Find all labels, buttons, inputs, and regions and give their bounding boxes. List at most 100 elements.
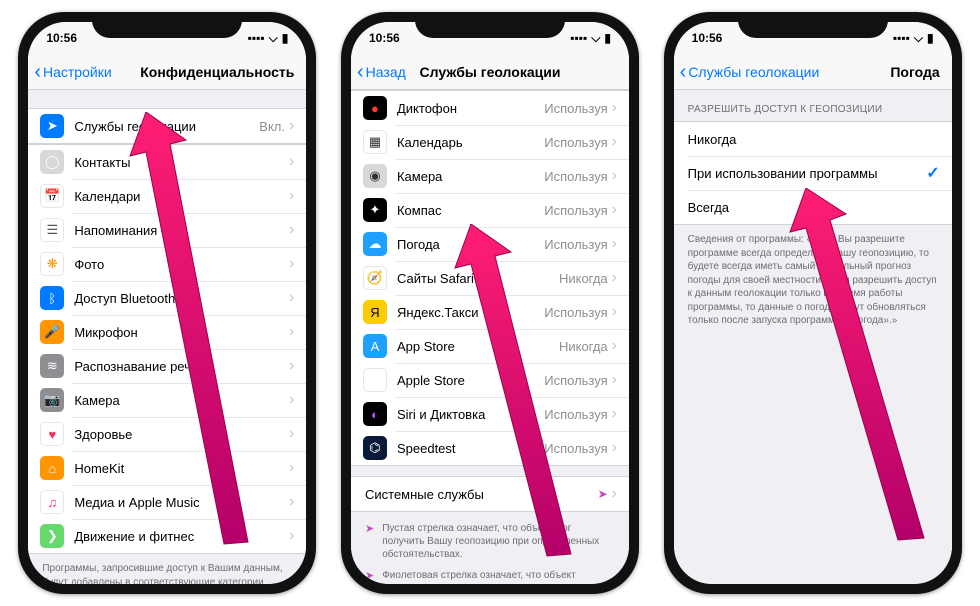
App Store-icon: A (363, 334, 387, 358)
chevron-right-icon: › (612, 371, 617, 389)
Камера-icon: 📷 (40, 388, 64, 412)
Напоминания-icon: ☰ (40, 218, 64, 242)
row-label: Календари (74, 189, 289, 204)
chevron-right-icon: › (289, 357, 294, 375)
phone-1: 10:56 ▪▪▪▪ ⌵ ▮ ‹ Настройки Конфиденциаль… (18, 12, 316, 594)
list-row[interactable]: ≋ Распознавание речи› (28, 349, 306, 383)
list-row[interactable]: ❋Фото› (28, 247, 306, 281)
permission-option[interactable]: Всегда (674, 190, 952, 224)
battery-icon: ▮ (282, 31, 289, 45)
chevron-left-icon: ‹ (680, 62, 687, 82)
Календари-icon: 📅 (40, 184, 64, 208)
signal-icon: ▪▪▪▪ (248, 31, 265, 45)
row-label: Siri и Диктовка (397, 407, 544, 422)
chevron-right-icon: › (289, 153, 294, 171)
list-row[interactable]: AApp StoreНикогда› (351, 329, 629, 363)
Микрофон-icon: 🎤 (40, 320, 64, 344)
status-icons: ▪▪▪▪ ⌵ ▮ (248, 31, 289, 46)
row-label: Контакты (74, 155, 289, 170)
Фото-icon: ❋ (40, 252, 64, 276)
system-services-row[interactable]: Системные службы ➤ › (351, 477, 629, 511)
back-label: Настройки (43, 64, 112, 80)
list-row[interactable]: 📷Камера› (28, 383, 306, 417)
legend: ➤Пустая стрелка означает, что объект мог… (351, 512, 629, 584)
row-label: Доступ Bluetooth (74, 291, 289, 306)
list-row[interactable]: 🧭Сайты SafariНикогда› (351, 261, 629, 295)
content-3[interactable]: РАЗРЕШИТЬ ДОСТУП К ГЕОПОЗИЦИИ НикогдаПри… (674, 90, 952, 584)
footer-note-3: Сведения от программы: «Если Вы разрешит… (674, 225, 952, 336)
permission-option[interactable]: Никогда (674, 122, 952, 156)
permission-options-list: НикогдаПри использовании программы✓Всегд… (674, 121, 952, 225)
list-row[interactable]: ☁ПогодаИспользуя› (351, 227, 629, 261)
location-arrow-icon: ➤ (598, 487, 608, 501)
row-label: Сайты Safari (397, 271, 559, 286)
back-button[interactable]: ‹ Службы геолокации (680, 62, 820, 82)
list-row[interactable]: ⌬SpeedtestИспользуя› (351, 431, 629, 465)
group-header: РАЗРЕШИТЬ ДОСТУП К ГЕОПОЗИЦИИ (674, 90, 952, 121)
chevron-right-icon: › (289, 425, 294, 443)
row-label: Speedtest (397, 441, 544, 456)
content-2[interactable]: ●ДиктофонИспользуя›▦КалендарьИспользуя›◉… (351, 90, 629, 584)
navbar-1: ‹ Настройки Конфиденциальность (28, 54, 306, 90)
chevron-right-icon: › (289, 289, 294, 307)
status-time: 10:56 (692, 31, 723, 45)
Календарь-icon: ▦ (363, 130, 387, 154)
permission-option[interactable]: При использовании программы✓ (674, 156, 952, 190)
row-label: Диктофон (397, 101, 544, 116)
list-row[interactable]: ⌂HomeKit› (28, 451, 306, 485)
navbar-3: ‹ Службы геолокации Погода (674, 54, 952, 90)
HomeKit-icon: ⌂ (40, 456, 64, 480)
phone-3: 10:56 ▪▪▪▪ ⌵ ▮ ‹ Службы геолокации Погод… (664, 12, 962, 594)
status-icons: ▪▪▪▪ ⌵ ▮ (570, 31, 611, 46)
nav-title: Конфиденциальность (140, 64, 294, 80)
row-label: Apple Store (397, 373, 544, 388)
chevron-right-icon: › (289, 493, 294, 511)
Яндекс.Такси-icon: Я (363, 300, 387, 324)
content-1[interactable]: ➤Службы геолокацииВкл.› ◯Контакты› 📅 Кален… (28, 90, 306, 584)
screen-1: 10:56 ▪▪▪▪ ⌵ ▮ ‹ Настройки Конфиденциаль… (28, 22, 306, 584)
list-row[interactable]: ●ДиктофонИспользуя› (351, 91, 629, 125)
Службы геолокации-icon: ➤ (40, 114, 64, 138)
chevron-right-icon: › (289, 255, 294, 273)
back-button[interactable]: ‹ Назад (357, 62, 406, 82)
list-row[interactable]: ◉КамераИспользуя› (351, 159, 629, 193)
list-row[interactable]: 📅Календари› (28, 179, 306, 213)
nav-title: Службы геолокации (420, 64, 561, 80)
list-row[interactable]: ᛒДоступ Bluetooth› (28, 281, 306, 315)
list-row[interactable]: ❯Движение и фитнес› (28, 519, 306, 553)
Apple Store-icon (363, 368, 387, 392)
Камера-icon: ◉ (363, 164, 387, 188)
row-detail: Никогда (559, 339, 608, 354)
row-label: Распознавание речи (74, 359, 289, 374)
Распознавание речи-icon: ≋ (40, 354, 64, 378)
list-row[interactable]: 🎤Микрофон› (28, 315, 306, 349)
list-row[interactable]: ◯Контакты› (28, 145, 306, 179)
list-row[interactable]: ♥Здоровье› (28, 417, 306, 451)
list-row[interactable]: ☰Напоминания› (28, 213, 306, 247)
Движение и фитнес-icon: ❯ (40, 524, 64, 548)
chevron-right-icon: › (612, 167, 617, 185)
list-row[interactable]: Apple StoreИспользуя › (351, 363, 629, 397)
chevron-left-icon: ‹ (34, 62, 41, 82)
row-label: Камера (74, 393, 289, 408)
row-label: Яндекс.Такси (397, 305, 544, 320)
row-detail: Используя (544, 407, 607, 422)
list-row[interactable]: ▦КалендарьИспользуя› (351, 125, 629, 159)
status-bar: 10:56 ▪▪▪▪ ⌵ ▮ (674, 22, 952, 54)
list-row[interactable]: ➤Службы геолокацииВкл.› (28, 109, 306, 143)
chevron-right-icon: › (612, 405, 617, 423)
list-row[interactable]: ✦КомпасИспользуя› (351, 193, 629, 227)
chevron-right-icon: › (612, 201, 617, 219)
legend-row: ➤Фиолетовая стрелка означает, что объект… (351, 565, 629, 584)
row-label: Движение и фитнес (74, 529, 289, 544)
list-row[interactable]: ЯЯндекс.ТаксиИспользуя› (351, 295, 629, 329)
row-detail: Используя (544, 441, 607, 456)
status-bar: 10:56 ▪▪▪▪ ⌵ ▮ (351, 22, 629, 54)
list-row[interactable]: ♫Медиа и Apple Music› (28, 485, 306, 519)
back-button[interactable]: ‹ Настройки (34, 62, 111, 82)
row-detail: Используя (544, 373, 607, 388)
Здоровье-icon: ♥ (40, 422, 64, 446)
list-row[interactable]: ◐Siri и ДиктовкаИспользуя› (351, 397, 629, 431)
row-detail: Вкл. (259, 119, 285, 134)
settings-list-1b: ◯Контакты› 📅 Календари › ☰Напоминания›❋Фото›… (28, 144, 306, 554)
